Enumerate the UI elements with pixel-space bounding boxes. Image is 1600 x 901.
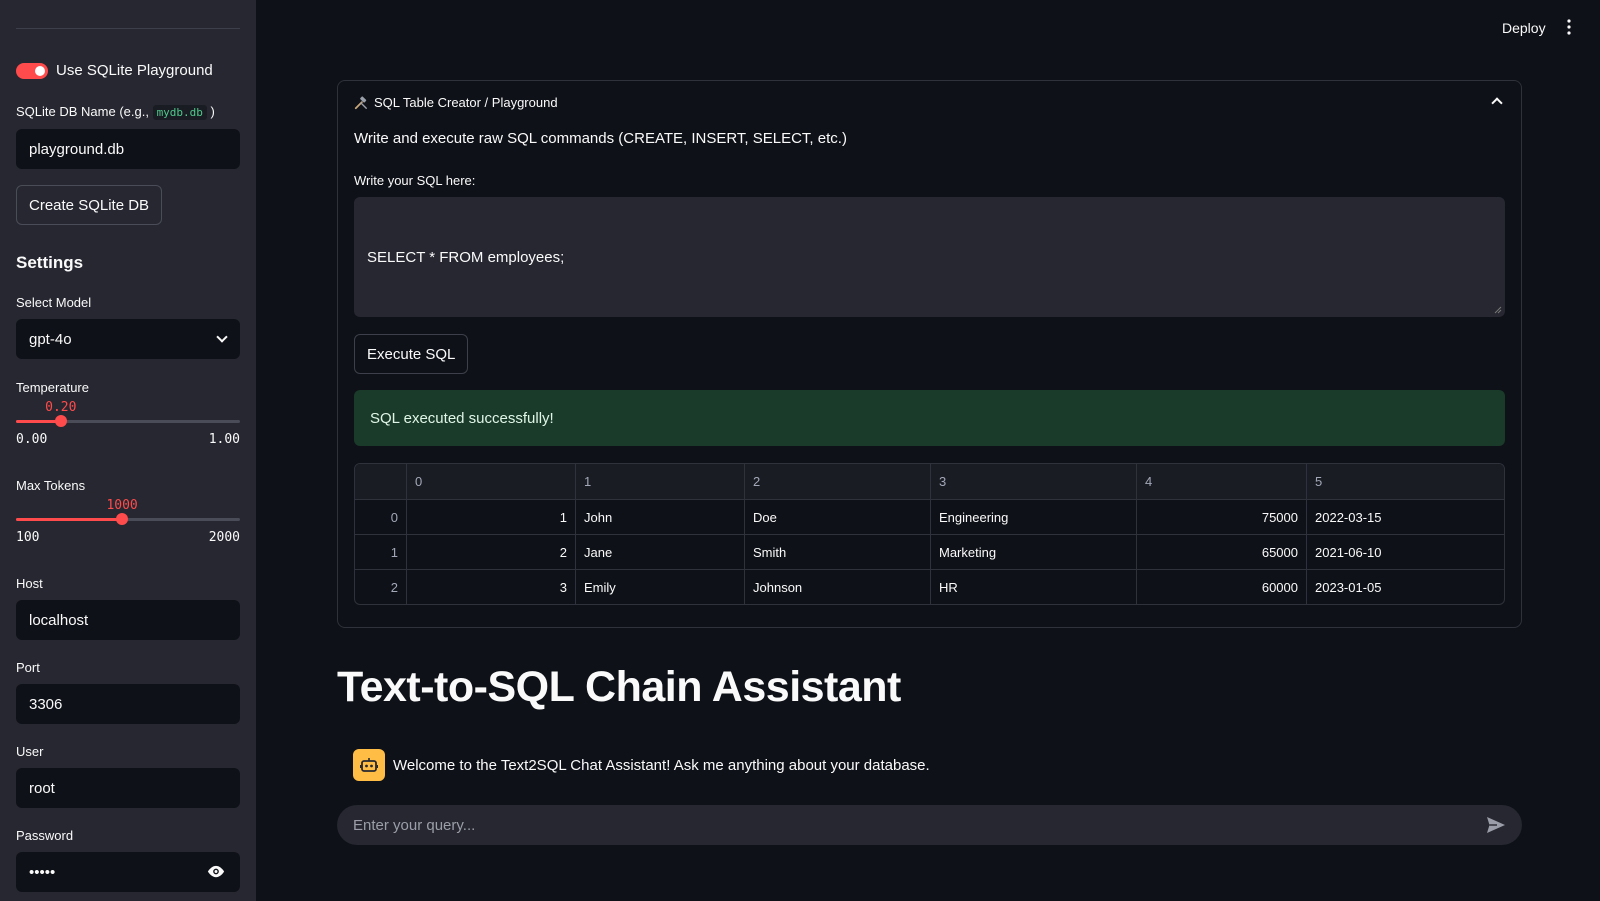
table-header-cell[interactable]: 1 bbox=[575, 464, 744, 499]
send-icon[interactable] bbox=[1486, 816, 1506, 834]
host-input[interactable]: localhost bbox=[16, 600, 240, 640]
temperature-value: 0.20 bbox=[45, 400, 77, 415]
user-value: root bbox=[29, 779, 55, 797]
deploy-button[interactable]: Deploy bbox=[1502, 20, 1546, 36]
table-cell[interactable]: Marketing bbox=[930, 535, 1136, 569]
db-name-label-text: SQLite DB Name (e.g., bbox=[16, 104, 153, 119]
table-cell[interactable]: 65000 bbox=[1136, 535, 1306, 569]
robot-icon bbox=[360, 758, 378, 772]
expander-title: SQL Table Creator / Playground bbox=[374, 95, 558, 110]
db-name-label-suffix: ) bbox=[210, 104, 215, 119]
expander-header[interactable]: SQL Table Creator / Playground bbox=[354, 95, 558, 110]
port-input[interactable]: 3306 bbox=[16, 684, 240, 724]
table-cell[interactable]: Johnson bbox=[744, 570, 930, 604]
table-cell[interactable]: 2022-03-15 bbox=[1306, 500, 1504, 534]
sqlite-playground-toggle[interactable]: Use SQLite Playground bbox=[16, 62, 213, 79]
host-value: localhost bbox=[29, 611, 89, 629]
sidebar-divider bbox=[16, 28, 240, 29]
temperature-min: 0.00 bbox=[16, 432, 48, 447]
temperature-label: Temperature bbox=[16, 380, 89, 395]
table-cell[interactable]: Jane bbox=[575, 535, 744, 569]
table-row: 1 2 Jane Smith Marketing 65000 2021-06-1… bbox=[355, 534, 1504, 569]
max-tokens-slider[interactable]: 1000 100 2000 bbox=[16, 498, 240, 546]
toggle-label: Use SQLite Playground bbox=[56, 62, 213, 79]
max-tokens-max: 2000 bbox=[208, 530, 240, 545]
user-label: User bbox=[16, 744, 44, 759]
row-index: 0 bbox=[390, 509, 398, 525]
db-name-example-code: mydb.db bbox=[152, 105, 207, 120]
chevron-down-icon bbox=[216, 331, 228, 343]
hammer-wrench-icon bbox=[354, 95, 367, 109]
user-input[interactable]: root bbox=[16, 768, 240, 808]
table-cell[interactable]: 3 bbox=[406, 570, 575, 604]
resize-handle-icon[interactable] bbox=[1494, 306, 1502, 314]
table-header-cell[interactable]: 3 bbox=[930, 464, 1136, 499]
row-index: 1 bbox=[390, 544, 398, 560]
result-table[interactable]: 0 1 2 3 4 5 0 1 John Doe Engineering 750… bbox=[354, 463, 1505, 605]
password-value: ••••• bbox=[29, 863, 56, 881]
db-name-value: playground.db bbox=[29, 140, 125, 158]
host-label: Host bbox=[16, 576, 43, 591]
expander-description: Write and execute raw SQL commands (CREA… bbox=[354, 130, 847, 147]
bot-avatar bbox=[353, 749, 385, 781]
settings-heading: Settings bbox=[16, 253, 84, 272]
sql-text: SELECT * FROM employees; bbox=[367, 248, 565, 266]
slider-thumb[interactable] bbox=[116, 513, 129, 525]
chat-input-placeholder: Enter your query... bbox=[353, 816, 476, 834]
password-input[interactable]: ••••• bbox=[16, 852, 240, 892]
model-value: gpt-4o bbox=[29, 330, 72, 348]
table-header-cell[interactable]: 4 bbox=[1136, 464, 1306, 499]
table-cell[interactable]: 2 bbox=[406, 535, 575, 569]
temperature-max: 1.00 bbox=[208, 432, 240, 447]
table-header-cell[interactable]: 0 bbox=[406, 464, 575, 499]
model-select[interactable]: gpt-4o bbox=[16, 319, 240, 359]
table-cell[interactable]: 2023-01-05 bbox=[1306, 570, 1504, 604]
sql-input-label: Write your SQL here: bbox=[354, 173, 476, 188]
table-cell[interactable]: 60000 bbox=[1136, 570, 1306, 604]
toggle-switch[interactable] bbox=[16, 62, 48, 79]
db-name-input[interactable]: playground.db bbox=[16, 129, 240, 169]
password-label: Password bbox=[16, 828, 74, 843]
table-cell[interactable]: 1 bbox=[406, 500, 575, 534]
bot-message-text: Welcome to the Text2SQL Chat Assistant! … bbox=[393, 756, 930, 774]
create-sqlite-db-button[interactable]: Create SQLite DB bbox=[16, 185, 163, 225]
success-alert: SQL executed successfully! bbox=[354, 390, 1505, 446]
execute-sql-button[interactable]: Execute SQL bbox=[354, 334, 469, 374]
table-cell[interactable]: HR bbox=[930, 570, 1136, 604]
table-header-row: 0 1 2 3 4 5 bbox=[355, 464, 1504, 499]
table-cell[interactable]: Emily bbox=[575, 570, 744, 604]
table-header-cell bbox=[355, 464, 406, 499]
chevron-up-icon[interactable] bbox=[1491, 97, 1503, 109]
model-label: Select Model bbox=[16, 295, 92, 310]
row-index: 2 bbox=[390, 579, 398, 595]
temperature-slider[interactable]: 0.20 0.00 1.00 bbox=[16, 400, 240, 448]
table-header-cell[interactable]: 2 bbox=[744, 464, 930, 499]
more-menu-icon[interactable] bbox=[1567, 19, 1571, 35]
table-cell[interactable]: 75000 bbox=[1136, 500, 1306, 534]
chat-message: Welcome to the Text2SQL Chat Assistant! … bbox=[353, 749, 930, 781]
table-header-cell[interactable]: 5 bbox=[1306, 464, 1504, 499]
table-cell[interactable]: 2021-06-10 bbox=[1306, 535, 1504, 569]
success-message: SQL executed successfully! bbox=[370, 409, 554, 427]
max-tokens-value: 1000 bbox=[106, 498, 138, 513]
table-cell[interactable]: Smith bbox=[744, 535, 930, 569]
port-value: 3306 bbox=[29, 695, 63, 713]
table-cell[interactable]: Doe bbox=[744, 500, 930, 534]
table-row: 2 3 Emily Johnson HR 60000 2023-01-05 bbox=[355, 569, 1504, 604]
chat-input[interactable]: Enter your query... bbox=[337, 805, 1522, 845]
sidebar: Use SQLite Playground SQLite DB Name (e.… bbox=[0, 0, 256, 901]
sql-playground-expander: SQL Table Creator / Playground Write and… bbox=[337, 80, 1522, 628]
eye-icon[interactable] bbox=[206, 865, 226, 878]
page-title: Text-to-SQL Chain Assistant bbox=[337, 663, 901, 711]
table-cell[interactable]: Engineering bbox=[930, 500, 1136, 534]
slider-thumb[interactable] bbox=[54, 415, 67, 427]
max-tokens-label: Max Tokens bbox=[16, 478, 86, 493]
db-name-label: SQLite DB Name (e.g., mydb.db ) bbox=[16, 104, 215, 120]
slider-fill bbox=[16, 518, 123, 521]
max-tokens-min: 100 bbox=[16, 530, 40, 545]
table-row: 0 1 John Doe Engineering 75000 2022-03-1… bbox=[355, 499, 1504, 534]
table-cell[interactable]: John bbox=[575, 500, 744, 534]
sql-textarea[interactable]: SELECT * FROM employees; bbox=[354, 197, 1505, 317]
port-label: Port bbox=[16, 660, 40, 675]
